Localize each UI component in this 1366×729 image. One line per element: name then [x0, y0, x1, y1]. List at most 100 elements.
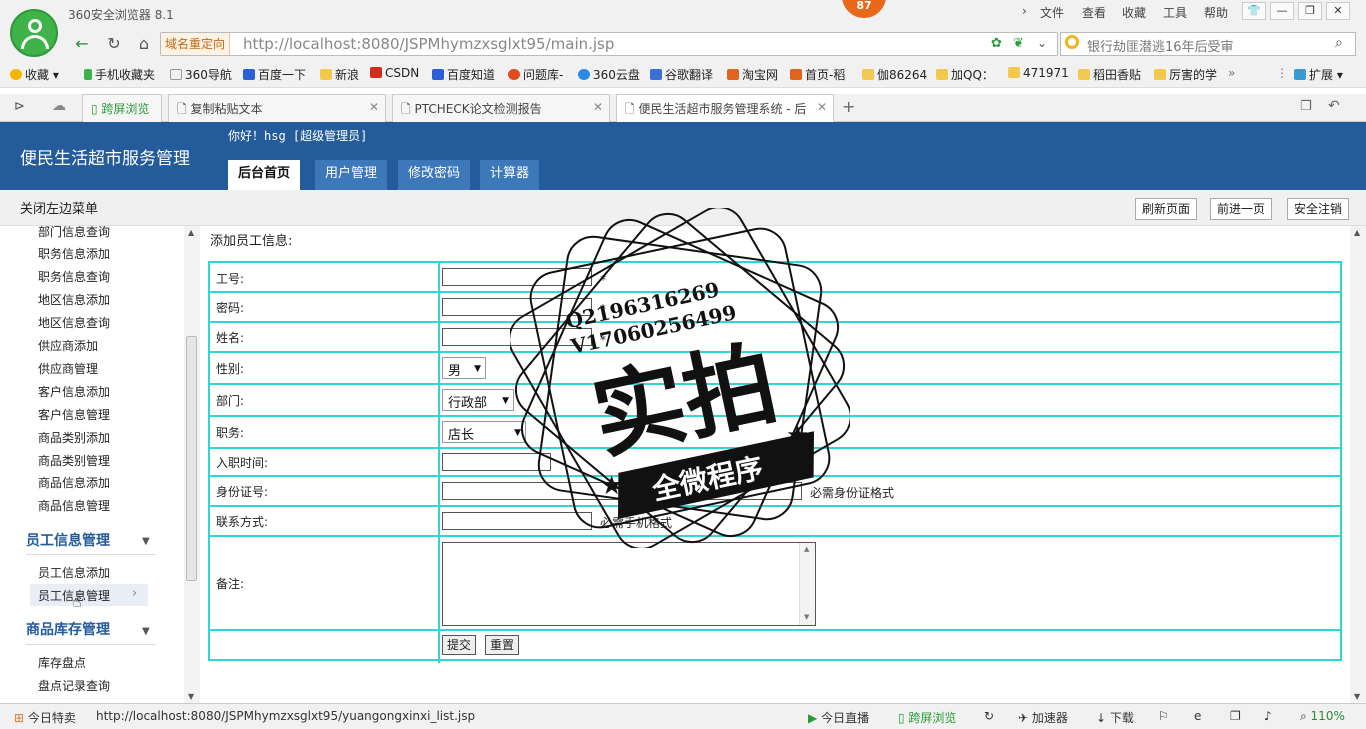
refresh-icon[interactable]: ↻ [102, 33, 126, 55]
cross-screen-link[interactable]: ▯ 跨屏浏览 [898, 709, 956, 726]
nav-user-management[interactable]: 用户管理 [315, 160, 388, 190]
sidebar-item[interactable]: 客户信息添加 [38, 383, 110, 400]
scroll-down-icon[interactable]: ▼ [188, 692, 194, 701]
undo-close-icon[interactable]: ↶ [1328, 98, 1340, 114]
scroll-up-icon[interactable]: ▲ [804, 545, 809, 553]
bookmark-translate[interactable]: 谷歌翻译 [650, 66, 713, 83]
close-tab-icon[interactable]: ✕ [593, 100, 603, 114]
tab-list-icon[interactable]: ❐ [1300, 99, 1312, 114]
sidebar-item[interactable]: 客户信息管理 [38, 406, 110, 423]
ie-icon[interactable]: e [1194, 709, 1201, 723]
sidebar-item[interactable]: 供应商管理 [38, 360, 98, 377]
contact-input[interactable] [442, 512, 592, 530]
sidebar-item[interactable]: 供应商添加 [38, 337, 98, 354]
new-tab-icon[interactable]: + [842, 97, 855, 116]
zoom-control[interactable]: ⌕ 110% [1300, 709, 1345, 724]
close-tab-icon[interactable]: ✕ [817, 100, 827, 114]
url-text[interactable]: http://localhost:8080/JSPMhymzxsglxt95/m… [243, 35, 614, 53]
menu-tools[interactable]: 工具 [1163, 4, 1187, 21]
menu-view[interactable]: 查看 [1082, 4, 1106, 21]
maximize-button[interactable]: ❐ [1298, 2, 1322, 20]
sidebar-scrollbar[interactable]: ▲ ▼ [184, 226, 200, 703]
password-input[interactable] [442, 298, 592, 316]
search-engine-icon[interactable] [1065, 35, 1079, 49]
sidebar-item-employee-add[interactable]: 员工信息添加 [38, 564, 110, 581]
sidebar-item[interactable]: 商品类别管理 [38, 452, 110, 469]
notification-badge[interactable]: 87 [842, 0, 886, 18]
bookmark-folder-5[interactable]: 厉害的学 [1154, 66, 1217, 83]
bookmark-daotian[interactable]: 首页-稻 [790, 66, 845, 83]
bookmark-baidu[interactable]: 百度一下 [243, 66, 306, 83]
close-window-button[interactable]: ✕ [1326, 2, 1350, 20]
menu-file[interactable]: 文件 [1040, 4, 1064, 21]
nav-home[interactable]: 后台首页 [228, 160, 301, 190]
submit-button[interactable]: 提交 [442, 635, 477, 655]
sidebar-item[interactable]: 地区信息添加 [38, 291, 110, 308]
bookmark-taobao[interactable]: 淘宝网 [727, 66, 778, 83]
id-input[interactable] [442, 268, 592, 286]
gender-select[interactable]: 男 ▼ [442, 357, 486, 379]
menu-favorites[interactable]: 收藏 [1122, 4, 1146, 21]
chevron-down-icon[interactable]: ▼ [142, 536, 150, 547]
refresh-page-button[interactable]: 刷新页面 [1135, 198, 1198, 220]
dept-select[interactable]: 行政部 ▼ [442, 389, 514, 411]
security-icon[interactable]: ✿ [991, 36, 1002, 51]
sidebar-group-employee[interactable]: 员工信息管理 [26, 530, 110, 550]
download-link[interactable]: ↓ 下载 [1096, 709, 1134, 726]
main-scrollbar[interactable]: ▲ ▼ [1350, 226, 1366, 703]
dropdown-icon[interactable]: ⌄ [1037, 36, 1047, 50]
minimize-button[interactable]: — [1270, 2, 1294, 20]
more-icon[interactable]: ⋮ [1276, 66, 1288, 80]
home-icon[interactable]: ⌂ [132, 33, 156, 55]
bookmark-folder-2[interactable]: 加QQ： [936, 66, 994, 83]
nav-calculator[interactable]: 计算器 [480, 160, 540, 190]
back-icon[interactable]: ← [70, 33, 94, 55]
sidebar-item[interactable]: 部门信息查询 [38, 226, 110, 240]
sidebar-item[interactable]: 商品信息添加 [38, 474, 110, 491]
logout-button[interactable]: 安全注销 [1287, 198, 1350, 220]
search-box[interactable]: 银行劫匪潜逃16年后受审 ⌕ [1060, 32, 1356, 56]
close-left-menu-link[interactable]: 关闭左边菜单 [20, 198, 98, 217]
scrollbar-thumb[interactable] [186, 336, 197, 581]
sidebar-item[interactable]: 地区信息查询 [38, 314, 110, 331]
browser-logo-icon[interactable] [10, 9, 58, 57]
sidebar-item[interactable]: 商品信息管理 [38, 497, 110, 514]
today-deals-link[interactable]: ⊞ 今日特卖 [14, 709, 76, 726]
bookmark-360nav[interactable]: 360导航 [170, 66, 232, 83]
volume-icon[interactable]: ♪ [1264, 709, 1272, 723]
bookmark-questions[interactable]: 问题库- [508, 66, 563, 83]
sidebar-toggle-icon[interactable]: ⊳ [14, 99, 25, 114]
close-tab-icon[interactable]: ✕ [369, 100, 379, 114]
sidebar-group-stock[interactable]: 商品库存管理 [26, 619, 110, 639]
bookmark-360cloud[interactable]: 360云盘 [578, 66, 640, 83]
bookmark-favorites[interactable]: 收藏 ▾ [10, 66, 59, 83]
leaf-icon[interactable]: ❦ [1013, 36, 1024, 51]
refresh-status-icon[interactable]: ↻ [984, 709, 994, 723]
sidebar-item-stock-check[interactable]: 库存盘点 [38, 654, 86, 671]
name-input[interactable] [442, 328, 592, 346]
tab-copy-text[interactable]: 🗋 复制粘贴文本 ✕ [168, 94, 386, 122]
tab-current[interactable]: 🗋 便民生活超市服务管理系统 - 后 ✕ [616, 94, 834, 123]
hire-date-input[interactable] [442, 453, 551, 471]
flag-icon[interactable]: ⚐ [1158, 709, 1169, 723]
nav-change-password[interactable]: 修改密码 [398, 160, 471, 190]
more-bookmarks-icon[interactable]: » [1228, 66, 1235, 80]
window-icon[interactable]: ❐ [1230, 709, 1241, 723]
sidebar-item[interactable]: 商品类别添加 [38, 429, 110, 446]
tab-cross-screen[interactable]: ▯ 跨屏浏览 [82, 94, 162, 122]
bookmark-csdn[interactable]: CSDN [370, 66, 419, 80]
live-link[interactable]: ▶ 今日直播 [808, 709, 869, 726]
scroll-down-icon[interactable]: ▼ [804, 613, 809, 621]
scroll-up-icon[interactable]: ▲ [1354, 228, 1360, 237]
chevron-down-icon[interactable]: ▼ [142, 626, 150, 637]
textarea-scrollbar[interactable]: ▲ ▼ [799, 543, 815, 625]
menu-help[interactable]: 帮助 [1204, 4, 1228, 21]
bookmark-mobile[interactable]: 手机收藏夹 [84, 66, 155, 83]
id-card-input[interactable] [442, 482, 802, 500]
skin-icon[interactable]: 👕 [1242, 2, 1266, 20]
extensions-button[interactable]: 扩展 ▾ [1294, 66, 1343, 83]
reset-button[interactable]: 重置 [485, 635, 520, 655]
scroll-up-icon[interactable]: ▲ [188, 228, 194, 237]
bookmark-zhidao[interactable]: 百度知道 [432, 66, 495, 83]
search-input[interactable]: 银行劫匪潜逃16年后受审 [1087, 36, 1234, 55]
